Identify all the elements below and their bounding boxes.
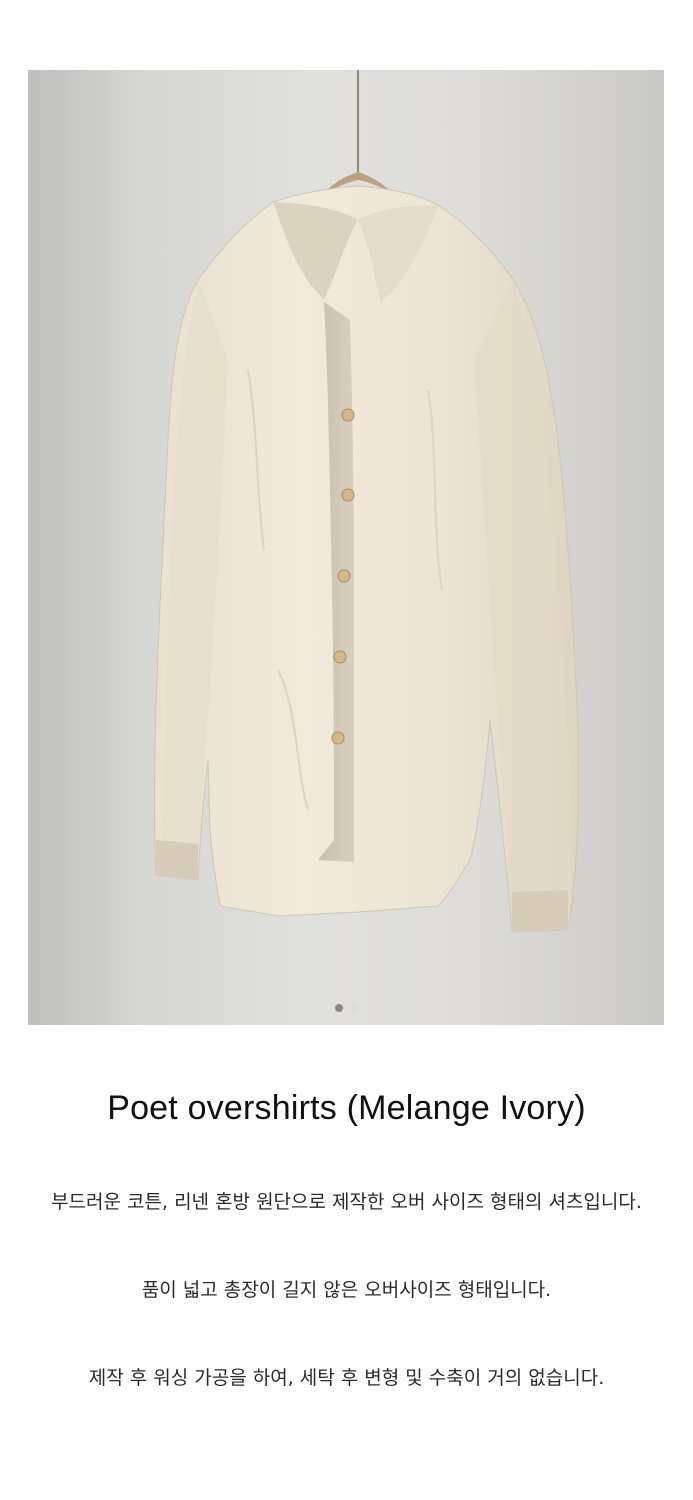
carousel-dot-active[interactable] — [334, 1004, 343, 1012]
description-line: 품이 넓고 총장이 길지 않은 오버사이즈 형태입니다. — [141, 1279, 552, 1301]
description-line: 부드러운 코튼, 리넨 혼방 원단으로 제작한 오버 사이즈 형태의 셔츠입니다… — [51, 1191, 642, 1213]
product-detail-page: Poet overshirts (Melange Ivory) 부드러운 코튼,… — [0, 0, 693, 1500]
shirt-illustration — [154, 70, 579, 933]
product-image[interactable] — [28, 70, 664, 1025]
description-line: 제작 후 워싱 가공을 하여, 세탁 후 변형 및 수축이 거의 없습니다. — [88, 1367, 605, 1389]
carousel-indicator — [0, 1004, 693, 1012]
carousel-dot[interactable] — [350, 1004, 359, 1012]
product-description: 부드러운 코튼, 리넨 혼방 원단으로 제작한 오버 사이즈 형태의 셔츠입니다… — [34, 1180, 659, 1444]
product-title: Poet overshirts (Melange Ivory) — [107, 1089, 586, 1127]
